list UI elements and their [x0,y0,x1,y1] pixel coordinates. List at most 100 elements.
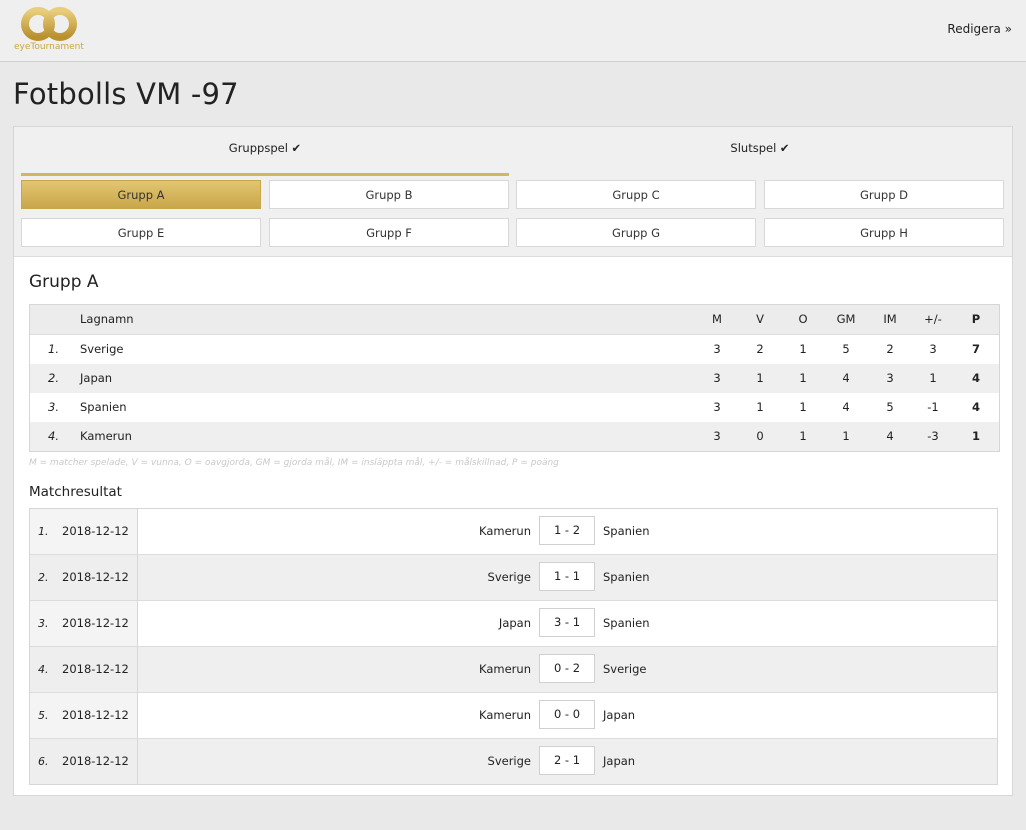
tab-playoffs[interactable]: Slutspel ✔ [516,127,1004,173]
standings-legend: M = matcher spelade, V = vunna, O = oavg… [29,458,559,468]
matches-played: 3 [713,342,721,356]
column-header-diff: +/- [924,312,942,326]
table-row: 4. Kamerun 3 0 1 1 4 -3 1 [30,422,999,451]
match-date: 2018-12-12 [62,662,129,676]
column-header-im: IM [883,312,897,326]
wins: 0 [756,429,764,443]
rank: 2. [48,371,59,385]
top-bar: eyeTournament Redigera » [0,0,1026,62]
points: 4 [971,371,980,385]
matches-played: 3 [713,429,721,443]
home-team: Sverige [487,754,531,768]
match-row[interactable]: 1. 2018-12-12 Kamerun 1 - 2 Spanien [30,509,997,555]
match-row[interactable]: 5. 2018-12-12 Kamerun 0 - 0 Japan [30,693,997,739]
matches-played: 3 [713,400,721,414]
group-button-h[interactable]: Grupp H [764,218,1004,247]
table-row: 2. Japan 3 1 1 4 3 1 4 [30,364,999,393]
rank: 4. [48,429,59,443]
match-score[interactable]: 1 - 1 [539,562,595,591]
home-team: Japan [498,616,531,630]
match-meta: 6. 2018-12-12 [30,739,138,784]
edit-link[interactable]: Redigera » [947,22,1012,36]
match-date: 2018-12-12 [62,616,129,630]
match-number: 3. [38,617,49,630]
goals-against: 3 [886,371,894,385]
group-button-c[interactable]: Grupp C [516,180,756,209]
match-meta: 2. 2018-12-12 [30,555,138,600]
group-button-d[interactable]: Grupp D [764,180,1004,209]
points: 4 [971,400,980,414]
team-name: Spanien [80,400,127,414]
goals-against: 4 [886,429,894,443]
match-score[interactable]: 0 - 2 [539,654,595,683]
group-button-b[interactable]: Grupp B [269,180,509,209]
group-button-e[interactable]: Grupp E [21,218,261,247]
match-results-list: 1. 2018-12-12 Kamerun 1 - 2 Spanien 2. 2… [29,508,998,785]
rank: 3. [48,400,59,414]
match-score[interactable]: 3 - 1 [539,608,595,637]
column-header-o: O [798,312,808,326]
rank: 1. [48,342,59,356]
tab-group-stage[interactable]: Gruppspel ✔ [21,127,509,176]
away-team: Japan [603,754,636,768]
goals-for: 4 [842,371,850,385]
table-row: 3. Spanien 3 1 1 4 5 -1 4 [30,393,999,422]
match-row[interactable]: 4. 2018-12-12 Kamerun 0 - 2 Sverige [30,647,997,693]
goal-difference: 3 [929,342,937,356]
team-name: Kamerun [80,429,132,443]
goals-against: 2 [886,342,894,356]
table-row: 1. Sverige 3 2 1 5 2 3 7 [30,335,999,364]
group-button-g[interactable]: Grupp G [516,218,756,247]
infinity-logo-icon [21,7,77,41]
match-number: 4. [38,663,49,676]
goals-for: 5 [842,342,850,356]
group-title: Grupp A [29,272,99,292]
draws: 1 [799,342,807,356]
match-row[interactable]: 3. 2018-12-12 Japan 3 - 1 Spanien [30,601,997,647]
match-number: 6. [38,755,49,768]
matches-played: 3 [713,371,721,385]
away-team: Japan [603,708,636,722]
column-header-p: P [971,312,981,326]
column-header-v: V [756,312,764,326]
standings-header-row: Lagnamn M V O GM IM +/- P [30,305,999,335]
match-meta: 3. 2018-12-12 [30,601,138,646]
match-row[interactable]: 2. 2018-12-12 Sverige 1 - 1 Spanien [30,555,997,601]
wins: 1 [756,400,764,414]
match-date: 2018-12-12 [62,754,129,768]
group-button-a[interactable]: Grupp A [21,180,261,209]
match-number: 2. [38,571,49,584]
home-team: Kamerun [479,524,531,538]
page-title: Fotbolls VM -97 [13,77,239,111]
match-date: 2018-12-12 [62,708,129,722]
points: 7 [971,342,980,356]
match-number: 5. [38,709,49,722]
match-score[interactable]: 1 - 2 [539,516,595,545]
brand-name: eyeTournament [14,42,84,52]
match-score[interactable]: 0 - 0 [539,700,595,729]
tournament-panel: Gruppspel ✔ Slutspel ✔ Grupp A Grupp B G… [13,126,1013,796]
away-team: Spanien [603,524,650,538]
match-row[interactable]: 6. 2018-12-12 Sverige 2 - 1 Japan [30,739,997,784]
team-name: Sverige [80,342,124,356]
group-button-f[interactable]: Grupp F [269,218,509,247]
standings-table: Lagnamn M V O GM IM +/- P 1. Sverige 3 2… [29,304,1000,452]
match-score[interactable]: 2 - 1 [539,746,595,775]
match-results-title: Matchresultat [29,484,122,500]
match-number: 1. [38,525,49,538]
brand-logo[interactable]: eyeTournament [14,6,86,54]
draws: 1 [799,371,807,385]
home-team: Kamerun [479,708,531,722]
away-team: Spanien [603,570,650,584]
goals-for: 4 [842,400,850,414]
goal-difference: 1 [929,371,937,385]
wins: 2 [756,342,764,356]
away-team: Spanien [603,616,650,630]
match-meta: 5. 2018-12-12 [30,693,138,738]
team-name: Japan [80,371,113,385]
stage-navigation: Gruppspel ✔ Slutspel ✔ Grupp A Grupp B G… [14,127,1012,257]
points: 1 [971,429,980,443]
goals-for: 1 [842,429,850,443]
goal-difference: -3 [927,429,939,443]
wins: 1 [756,371,764,385]
